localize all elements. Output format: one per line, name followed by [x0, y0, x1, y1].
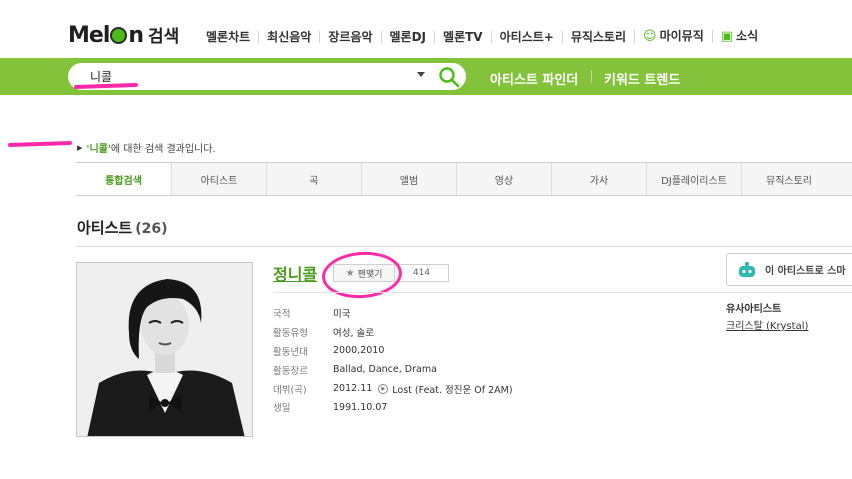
debut-date: 2012.11: [333, 383, 373, 395]
nav-item-music-story[interactable]: 뮤직스토리: [561, 30, 634, 43]
tab-video[interactable]: 영상: [456, 163, 551, 195]
nav-item-news[interactable]: ▣ 소식: [711, 29, 766, 44]
similar-artist-link[interactable]: 크리스탈 (Krystal): [726, 317, 808, 332]
info-row: 데뷔(곡) 2012.11 ▶ Lost (Feat. 정진운 Of 2AM): [273, 379, 513, 398]
artist-smart-button[interactable]: 이 아티스트로 스마: [726, 253, 852, 286]
pink-underline-annotation: [7, 140, 73, 148]
artist-smart-button-label: 이 아티스트로 스마: [765, 266, 846, 277]
nav-item-news-label: 소식: [736, 29, 759, 43]
nav-item-my-music[interactable]: ☺ 마이뮤직: [634, 30, 712, 43]
play-icon[interactable]: ▶: [378, 383, 389, 394]
logo-text-n: n: [128, 23, 144, 48]
artist-info-table: 국적 미국 활동유형 여성, 솔로 활동년대 2000,2010 활동장르 Ba…: [273, 304, 513, 417]
section-count: (26): [135, 221, 168, 237]
artist-name-link[interactable]: 정니콜: [273, 261, 317, 285]
tab-lyrics[interactable]: 가사: [551, 163, 646, 195]
info-row: 활동유형 여성, 솔로: [273, 323, 513, 342]
info-label: 생일: [273, 403, 291, 415]
info-label: 데뷔(곡): [273, 384, 307, 396]
info-row: 국적 미국: [273, 304, 513, 323]
artist-finder-link[interactable]: 아티스트 파인더: [490, 69, 578, 88]
tab-artist[interactable]: 아티스트: [171, 163, 266, 195]
dropdown-caret-icon[interactable]: [417, 72, 425, 77]
tab-album[interactable]: 앨범: [361, 163, 456, 195]
section-divider: [76, 246, 852, 247]
tab-dj-playlist[interactable]: DJ플레이리스트: [646, 163, 741, 195]
section-title: 아티스트 (26): [77, 217, 167, 238]
logo-text-mel: Mel: [68, 23, 110, 48]
logo-o-mark: [110, 27, 128, 44]
result-suffix: 에 대한 검색 결과입니다.: [110, 144, 216, 155]
search-input[interactable]: [90, 66, 410, 86]
bullet-arrow-icon: ▶: [77, 143, 83, 152]
nav-item-my-music-label: 마이뮤직: [659, 29, 704, 43]
melon-logo[interactable]: Mel n 검색: [68, 22, 179, 50]
info-value: 여성, 솔로: [333, 328, 374, 340]
nav-item-tv[interactable]: 멜론TV: [434, 30, 491, 43]
keyword-trend-link[interactable]: 키워드 트렌드: [604, 69, 680, 88]
artist-photo[interactable]: [76, 262, 253, 437]
info-value: 1991.10.07: [333, 401, 388, 413]
tab-all[interactable]: 통합검색: [76, 163, 171, 195]
search-bar: 아티스트 파인더 키워드 트렌드: [0, 58, 852, 148]
similar-artists-title: 유사아티스트: [726, 304, 782, 315]
user-icon: ☺: [643, 29, 657, 44]
info-value: 미국: [333, 309, 351, 321]
logo-search-label: 검색: [148, 27, 180, 47]
section-title-label: 아티스트: [77, 219, 133, 237]
info-value: 2000,2010: [333, 345, 385, 357]
pink-circle-annotation: [320, 249, 404, 301]
chat-icon: ▣: [720, 29, 734, 44]
info-label: 국적: [273, 309, 291, 321]
info-row: 활동년대 2000,2010: [273, 342, 513, 361]
search-tabs: 통합검색 아티스트 곡 앨범 영상 가사 DJ플레이리스트 뮤직스토리: [76, 162, 852, 196]
nav-item-new-music[interactable]: 최신음악: [258, 30, 319, 43]
result-keyword: '니콜': [86, 144, 111, 155]
nav-item-genre[interactable]: 장르음악: [319, 30, 380, 43]
fan-count: 414: [395, 264, 449, 282]
artist-photo-image: [77, 263, 252, 436]
debut-song[interactable]: Lost (Feat. 정진운 Of 2AM): [392, 382, 512, 396]
tab-music-story[interactable]: 뮤직스토리: [741, 163, 836, 195]
tab-song[interactable]: 곡: [266, 163, 361, 195]
header: Mel n 검색 멜론차트 최신음악 장르음악 멜론DJ 멜론TV 아티스트+ 뮤…: [0, 0, 852, 58]
nav-item-dj[interactable]: 멜론DJ: [380, 30, 435, 43]
info-value: Ballad, Dance, Drama: [333, 364, 437, 376]
nav-item-artist-plus[interactable]: 아티스트+: [490, 30, 562, 43]
search-icon[interactable]: [438, 66, 460, 88]
bar-divider: [591, 70, 592, 83]
info-row: 활동장르 Ballad, Dance, Drama: [273, 360, 513, 379]
info-label: 활동유형: [273, 328, 308, 340]
info-label: 활동년대: [273, 346, 308, 358]
info-row: 생일 1991.10.07: [273, 398, 513, 417]
artist-name-divider: [273, 292, 852, 293]
info-value-debut: 2012.11 ▶ Lost (Feat. 정진운 Of 2AM): [333, 382, 513, 396]
search-result-summary: ▶ '니콜' 에 대한 검색 결과입니다.: [77, 140, 216, 156]
top-nav: 멜론차트 최신음악 장르음악 멜론DJ 멜론TV 아티스트+ 뮤직스토리 ☺ 마이…: [206, 30, 766, 43]
robot-icon: [739, 261, 755, 277]
nav-item-chart[interactable]: 멜론차트: [206, 31, 258, 43]
info-label: 활동장르: [273, 365, 308, 377]
